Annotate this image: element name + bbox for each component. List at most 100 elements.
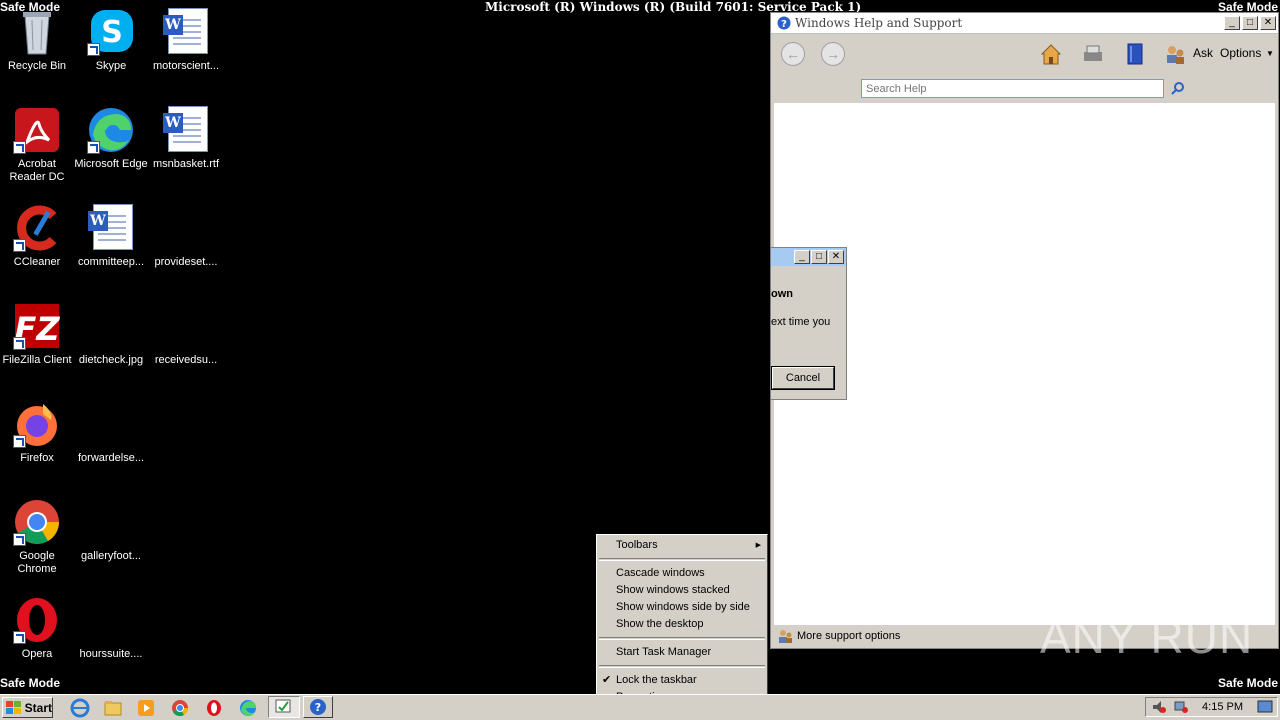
edge-taskbar-icon[interactable]: [238, 698, 258, 718]
system-tray: 4:15 PM: [1145, 697, 1278, 717]
chevron-down-icon[interactable]: ▼: [1266, 49, 1274, 58]
safe-mode-bottom-right: Safe Mode: [1217, 676, 1278, 690]
shortcut-arrow-icon: [13, 239, 26, 252]
desktop-icon-dietcheck[interactable]: dietcheck.jpg: [74, 296, 148, 386]
shutdown-dialog: _ □ ✕ own ext time you Cancel: [770, 247, 847, 400]
menu-separator: [599, 637, 765, 640]
desktop-icon-label: msnbasket.rtf: [152, 158, 220, 170]
menu-item-cascade-windows[interactable]: Cascade windows: [597, 565, 767, 582]
ccleaner-icon: [13, 204, 61, 252]
forward-button[interactable]: →: [821, 42, 845, 66]
recycle-bin-icon: [13, 8, 61, 56]
desktop-icon-ccleaner[interactable]: CCleaner: [0, 198, 74, 288]
taskbar-active-window-button[interactable]: [268, 696, 300, 718]
explorer-folder-icon[interactable]: [103, 698, 123, 718]
media-player-icon[interactable]: [136, 698, 156, 718]
dialog-titlebar[interactable]: _ □ ✕: [771, 248, 846, 266]
cancel-button[interactable]: Cancel: [771, 366, 835, 390]
menu-item-start-task-manager[interactable]: Start Task Manager: [597, 644, 767, 661]
firefox-icon: [13, 400, 61, 448]
shortcut-arrow-icon: [13, 533, 26, 546]
help-content-area: [774, 103, 1275, 625]
support-people-icon: [779, 630, 792, 643]
menu-item-show-windows-stacked[interactable]: Show windows stacked: [597, 582, 767, 599]
desktop-icon-label: Microsoft Edge: [74, 158, 148, 170]
desktop-icon-label: Firefox: [20, 452, 54, 464]
desktop-icon-receivedsu[interactable]: receivedsu...: [149, 296, 223, 386]
desktop-icon-forwardelse[interactable]: forwardelse...: [74, 394, 148, 484]
options-menu[interactable]: Options: [1220, 46, 1261, 60]
browse-help-icon[interactable]: [1123, 42, 1147, 66]
opera-taskbar-icon[interactable]: [204, 698, 224, 718]
shortcut-arrow-icon: [13, 435, 26, 448]
volume-muted-icon[interactable]: [1152, 700, 1166, 714]
desktop-icon-label: Skype: [95, 60, 127, 72]
acrobat-icon: [13, 106, 61, 154]
desktop-icon-label: committeep...: [77, 256, 145, 268]
print-icon[interactable]: [1081, 42, 1105, 66]
menu-item-toolbars[interactable]: Toolbars: [597, 537, 767, 554]
desktop-icon-chrome[interactable]: Google Chrome: [0, 492, 74, 582]
desktop-icon-label: motorscient...: [152, 60, 220, 72]
word-document-icon: W: [162, 106, 210, 154]
dialog-message: ext time you: [771, 316, 831, 328]
maximize-button[interactable]: □: [811, 250, 827, 264]
search-input[interactable]: [861, 79, 1164, 98]
help-icon: ?: [310, 699, 326, 715]
close-button[interactable]: ✕: [1260, 16, 1276, 30]
desktop-icon-hourssuite[interactable]: hourssuite....: [74, 590, 148, 680]
desktop-icon-opera[interactable]: Opera: [0, 590, 74, 680]
home-icon[interactable]: [1039, 42, 1063, 66]
edge-icon: [87, 106, 135, 154]
desktop-icon-acrobat[interactable]: Acrobat Reader DC: [0, 100, 74, 190]
desktop-icon-firefox[interactable]: Firefox: [0, 394, 74, 484]
chrome-taskbar-icon[interactable]: [170, 698, 190, 718]
ask-icon[interactable]: [1163, 42, 1187, 66]
desktop-icon-committeep[interactable]: W committeep...: [74, 198, 148, 288]
menu-item-lock-taskbar-label: Lock the taskbar: [616, 674, 697, 686]
desktop-icon-label: Recycle Bin: [7, 60, 67, 72]
start-label: Start: [24, 700, 52, 715]
minimize-button[interactable]: _: [1224, 16, 1240, 30]
opera-icon: [13, 596, 61, 644]
back-button[interactable]: ←: [781, 42, 805, 66]
shortcut-arrow-icon: [87, 43, 100, 56]
more-support-options-label: More support options: [797, 630, 901, 642]
menu-item-show-desktop[interactable]: Show the desktop: [597, 616, 767, 633]
shortcut-arrow-icon: [87, 141, 100, 154]
desktop-icon-motorscient[interactable]: W motorscient...: [149, 2, 223, 92]
svg-text:?: ?: [315, 701, 321, 714]
shutdown-window-icon: [275, 699, 291, 713]
menu-item-lock-taskbar[interactable]: ✔ Lock the taskbar: [597, 672, 767, 689]
svg-text:S: S: [101, 15, 123, 50]
close-button[interactable]: ✕: [828, 250, 844, 264]
skype-icon: S: [87, 8, 135, 56]
help-icon: ?: [777, 16, 791, 30]
desktop-icon-label: Google Chrome: [17, 550, 57, 575]
network-error-icon[interactable]: [1174, 700, 1188, 714]
search-icon[interactable]: [1171, 81, 1185, 95]
more-support-options[interactable]: More support options: [777, 628, 900, 644]
desktop-icon-filezilla[interactable]: FZ FileZilla Client: [0, 296, 74, 386]
desktop-icon-skype[interactable]: S Skype: [74, 2, 148, 92]
start-button[interactable]: Start: [2, 697, 53, 718]
blank-file-icon: [162, 302, 210, 350]
desktop-icon-galleryfoot[interactable]: galleryfoot...: [74, 492, 148, 582]
show-desktop-icon[interactable]: [1257, 700, 1273, 714]
maximize-button[interactable]: □: [1242, 16, 1258, 30]
checkmark-icon: ✔: [602, 674, 612, 686]
desktop-icon-edge[interactable]: Microsoft Edge: [74, 100, 148, 190]
help-window-title: Windows Help and Support: [795, 16, 963, 30]
help-window-titlebar[interactable]: ? Windows Help and Support _ □ ✕: [771, 13, 1278, 34]
desktop-icon-label: receivedsu...: [154, 354, 218, 366]
desktop-icon-recycle-bin[interactable]: Recycle Bin: [0, 2, 74, 92]
taskbar: Start ? 4:15 PM: [0, 694, 1280, 720]
menu-item-show-windows-side-by-side[interactable]: Show windows side by side: [597, 599, 767, 616]
clock[interactable]: 4:15 PM: [1202, 701, 1243, 713]
taskbar-help-button[interactable]: ?: [303, 696, 333, 718]
minimize-button[interactable]: _: [794, 250, 810, 264]
internet-explorer-icon[interactable]: [70, 698, 90, 718]
desktop-icon-provideset[interactable]: provideset....: [149, 198, 223, 288]
ask-label[interactable]: Ask: [1193, 46, 1213, 60]
desktop-icon-msnbasket[interactable]: W msnbasket.rtf: [149, 100, 223, 190]
